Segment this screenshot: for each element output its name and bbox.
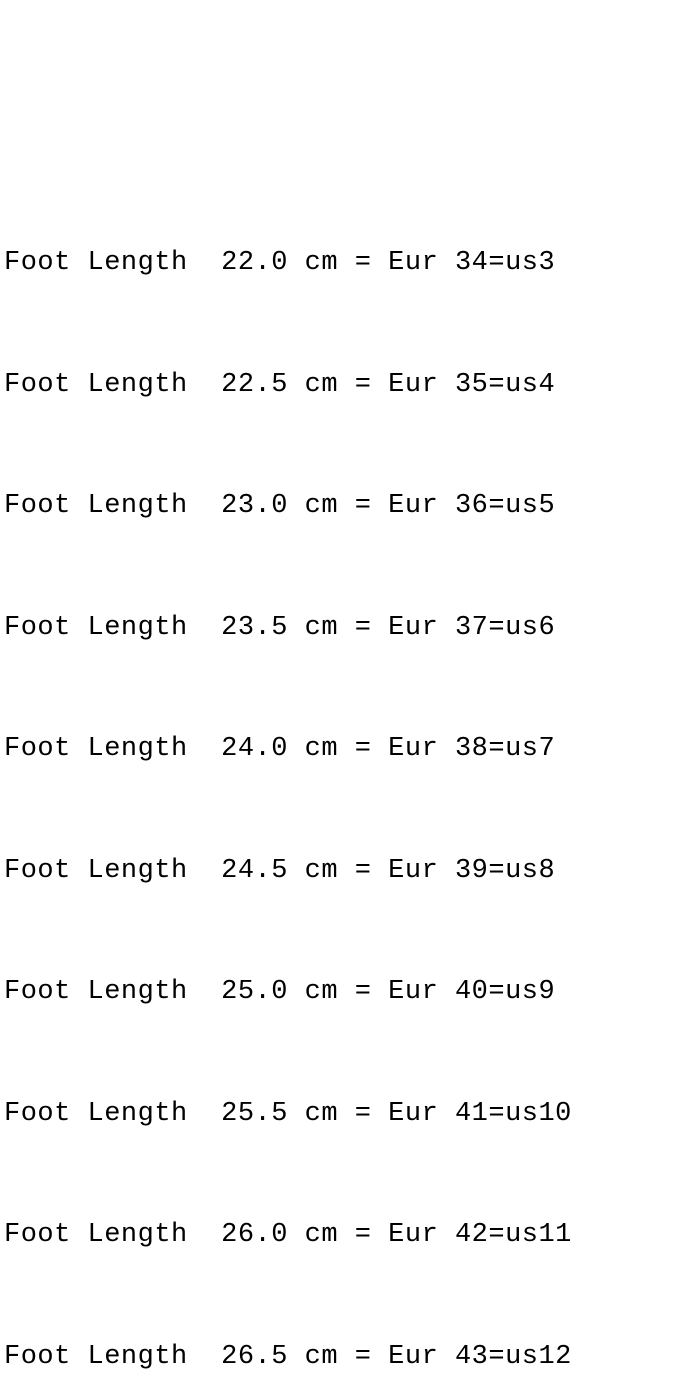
size-row: Foot Length 23.0 cm = Eur 36=us5 xyxy=(4,486,685,527)
size-row: Foot Length 26.0 cm = Eur 42=us11 xyxy=(4,1215,685,1256)
size-row: Foot Length 25.5 cm = Eur 41=us10 xyxy=(4,1094,685,1135)
shoe-size-chart: Foot Length 22.0 cm = Eur 34=us3 Foot Le… xyxy=(4,162,685,1374)
size-row: Foot Length 25.0 cm = Eur 40=us9 xyxy=(4,972,685,1013)
size-row: Foot Length 22.0 cm = Eur 34=us3 xyxy=(4,243,685,284)
size-row: Foot Length 24.0 cm = Eur 38=us7 xyxy=(4,729,685,770)
size-row: Foot Length 23.5 cm = Eur 37=us6 xyxy=(4,608,685,649)
size-row: Foot Length 26.5 cm = Eur 43=us12 xyxy=(4,1337,685,1374)
size-row: Foot Length 22.5 cm = Eur 35=us4 xyxy=(4,365,685,406)
size-row: Foot Length 24.5 cm = Eur 39=us8 xyxy=(4,851,685,892)
